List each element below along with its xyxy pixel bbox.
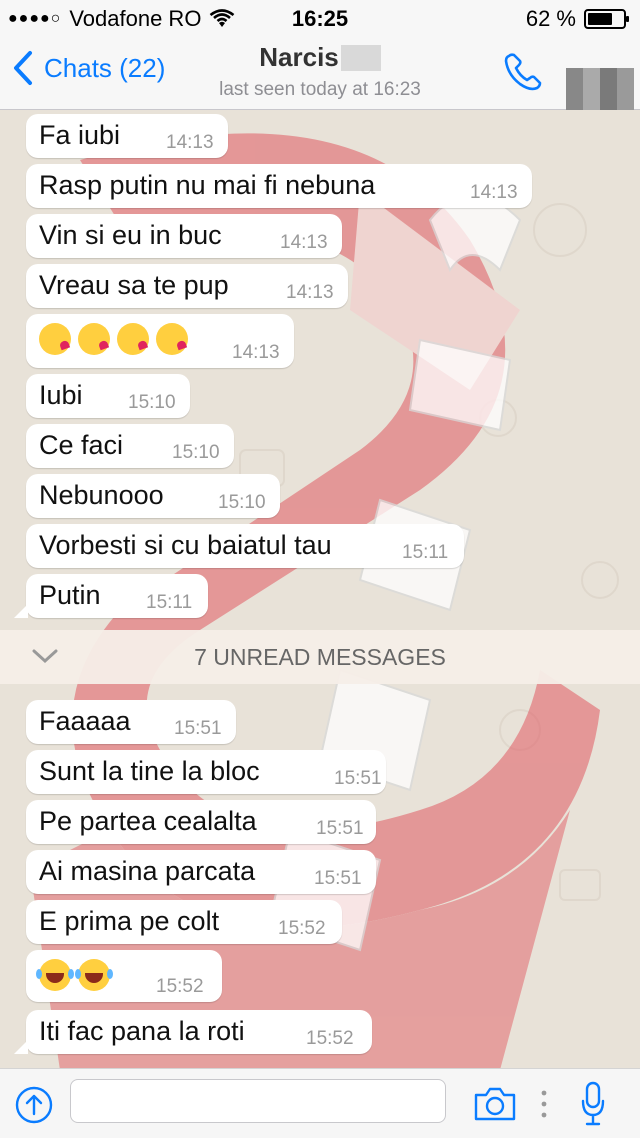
tears-of-joy-emoji-icon (75, 958, 110, 991)
chevron-down-icon[interactable] (32, 648, 58, 664)
message-text: E prima pe colt (39, 906, 220, 936)
back-label: Chats (22) (44, 52, 166, 83)
contact-info[interactable]: Narcis last seen today at 16:23 (190, 42, 450, 101)
message-timestamp: 14:13 (286, 282, 334, 303)
message-timestamp: 15:11 (402, 542, 449, 563)
back-to-chats-button[interactable]: Chats (22) (12, 50, 165, 86)
message-bubble[interactable]: Iubi 15:10 (26, 374, 190, 418)
message-timestamp: 15:52 (156, 976, 204, 997)
message-timestamp: 15:10 (128, 392, 176, 413)
contact-name: Narcis (259, 42, 339, 72)
message-timestamp: 15:51 (334, 768, 382, 789)
message-bubble[interactable]: Iti fac pana la roti 15:52 (14, 1010, 372, 1054)
message-text: Faaaaa (39, 706, 131, 736)
microphone-icon[interactable] (580, 1081, 606, 1127)
input-bar (0, 1068, 640, 1138)
contact-name-row: Narcis (190, 42, 450, 73)
message-bubble[interactable]: Putin 15:11 (14, 574, 208, 618)
message-text (36, 958, 117, 991)
message-bubble[interactable]: E prima pe colt 15:52 (26, 900, 342, 944)
message-text: Iubi (39, 380, 83, 410)
message-text: Sunt la tine la bloc (39, 756, 260, 786)
message-text: Rasp putin nu mai fi nebuna (39, 170, 376, 200)
message-bubble[interactable]: Sunt la tine la bloc 15:51 (26, 750, 386, 794)
message-text: Ce faci (39, 430, 124, 460)
message-input[interactable] (70, 1079, 446, 1123)
message-timestamp: 15:51 (314, 868, 362, 889)
message-text: Pe partea cealalta (39, 806, 257, 836)
message-timestamp: 15:11 (146, 592, 193, 613)
message-bubble[interactable]: Vreau sa te pup 14:13 (26, 264, 348, 308)
message-timestamp: 15:10 (172, 442, 220, 463)
message-timestamp: 14:13 (280, 232, 328, 253)
message-timestamp: 15:51 (174, 718, 222, 739)
message-bubble[interactable]: Pe partea cealalta 15:51 (26, 800, 376, 844)
back-chevron-icon (14, 51, 32, 85)
message-timestamp: 15:52 (306, 1028, 354, 1049)
phone-icon[interactable] (500, 50, 548, 94)
camera-icon[interactable] (472, 1085, 518, 1123)
message-bubble[interactable]: 15:52 (26, 950, 222, 1002)
message-timestamp: 15:52 (278, 918, 326, 939)
tears-of-joy-emoji-icon (36, 958, 71, 991)
message-text: Fa iubi (39, 120, 121, 150)
message-timestamp: 15:51 (316, 818, 364, 839)
message-text: Putin (39, 580, 101, 610)
message-timestamp: 14:13 (166, 132, 214, 153)
unread-messages-banner: 7 UNREAD MESSAGES (0, 630, 640, 684)
message-bubble[interactable]: Ce faci 15:10 (26, 424, 234, 468)
message-text: Vreau sa te pup (39, 270, 229, 300)
last-seen-status: last seen today at 16:23 (219, 79, 421, 100)
chat-header: Chats (22) Narcis last seen today at 16:… (0, 36, 640, 140)
message-bubble[interactable]: 14:13 (26, 314, 294, 368)
message-timestamp: 15:10 (218, 492, 266, 513)
battery-percent: 62 % (525, 6, 576, 31)
message-text: Iti fac pana la roti (39, 1016, 245, 1046)
kissing-heart-emoji-icon (39, 322, 71, 355)
message-bubble[interactable]: Ai masina parcata 15:51 (26, 850, 376, 894)
kissing-heart-emoji-icon (156, 322, 188, 355)
redacted-name-blur (340, 44, 381, 71)
message-bubble[interactable]: Vorbesti si cu baiatul tau 15:11 (26, 524, 464, 568)
battery-icon (584, 9, 629, 29)
message-bubble[interactable]: Rasp putin nu mai fi nebuna 14:13 (26, 164, 532, 208)
message-timestamp: 14:13 (470, 182, 518, 203)
chat-messages[interactable]: Fa iubi 14:13 Rasp putin nu mai fi nebuna 1… (0, 110, 640, 1068)
message-bubble[interactable]: Nebunooo 15:10 (26, 474, 280, 518)
status-bar: ●●●●○ Vodafone RO 16:25 62 % (0, 0, 640, 36)
message-bubble[interactable]: Faaaaa 15:51 (26, 700, 236, 744)
kissing-heart-emoji-icon (78, 322, 110, 355)
unread-count-label: 7 UNREAD MESSAGES (194, 644, 446, 670)
message-text (39, 322, 195, 355)
message-bubble[interactable]: Vin si eu in buc 14:13 (26, 214, 342, 258)
message-bubble[interactable]: Fa iubi 14:13 (26, 114, 228, 158)
message-timestamp: 14:13 (232, 342, 280, 363)
kissing-heart-emoji-icon (117, 322, 149, 355)
more-dots-icon[interactable] (540, 1089, 548, 1119)
message-text: Nebunooo (39, 480, 164, 510)
message-text: Ai masina parcata (39, 856, 256, 886)
message-text: Vin si eu in buc (39, 220, 222, 250)
message-text: Vorbesti si cu baiatul tau (39, 530, 332, 560)
upload-arrow-icon[interactable] (14, 1085, 54, 1125)
status-right: 62 % (526, 6, 630, 32)
